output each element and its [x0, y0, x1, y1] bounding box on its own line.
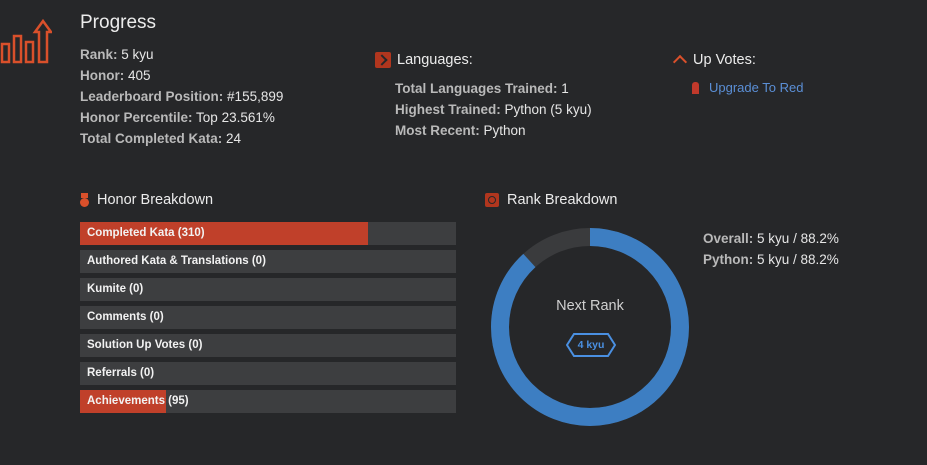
- stat-total-kata: Total Completed Kata: 24: [80, 131, 242, 146]
- chevron-up-icon: [672, 54, 688, 70]
- stat-python: Python: 5 kyu / 88.2%: [703, 252, 839, 267]
- bar-chart-arrow-icon: [0, 18, 52, 64]
- medal-icon: [80, 193, 89, 207]
- stat-leaderboard: Leaderboard Position: #155,899: [80, 89, 284, 104]
- honor-bar-label: Solution Up Votes (0): [87, 339, 203, 351]
- honor-bars: Completed Kata (310) Authored Kata & Tran…: [80, 222, 456, 418]
- rank-progress-donut: [491, 228, 689, 426]
- honor-bar: Kumite (0): [80, 278, 456, 301]
- honor-bar: Achievements (95): [80, 390, 456, 413]
- progress-title: Progress: [80, 12, 157, 33]
- ribbon-icon: [692, 81, 699, 94]
- honor-bar-label: Kumite (0): [87, 283, 144, 295]
- stat-honor-percentile: Honor Percentile: Top 23.561%: [80, 110, 275, 125]
- stat-most-recent: Most Recent: Python: [395, 123, 526, 138]
- honor-bar-label: Completed Kata (310): [87, 227, 205, 239]
- upvotes-heading: Up Votes:: [672, 52, 756, 70]
- honor-bar: Authored Kata & Translations (0): [80, 250, 456, 273]
- next-rank-label: Next Rank: [556, 298, 624, 314]
- donut-progress-arc: [491, 228, 689, 426]
- languages-stats: Total Languages Trained: 1 Highest Train…: [395, 78, 592, 141]
- stat-rank: Rank: 5 kyu: [80, 47, 154, 62]
- honor-bar: Comments (0): [80, 306, 456, 329]
- stat-total-languages: Total Languages Trained: 1: [395, 81, 569, 96]
- upgrade-to-red-link[interactable]: Upgrade To Red: [692, 80, 803, 95]
- terminal-icon: [375, 52, 391, 68]
- honor-bar-label: Comments (0): [87, 311, 164, 323]
- honor-bar: Referrals (0): [80, 362, 456, 385]
- honor-breakdown-heading: Honor Breakdown: [80, 192, 213, 208]
- honor-bar-label: Achievements (95): [87, 395, 189, 407]
- stat-overall: Overall: 5 kyu / 88.2%: [703, 231, 839, 246]
- rank-stats: Overall: 5 kyu / 88.2% Python: 5 kyu / 8…: [703, 228, 839, 270]
- next-rank-badge: 4 kyu: [577, 339, 605, 351]
- target-icon: [485, 193, 499, 207]
- honor-bar: Solution Up Votes (0): [80, 334, 456, 357]
- honor-bar: Completed Kata (310): [80, 222, 456, 245]
- honor-bar-label: Referrals (0): [87, 367, 155, 379]
- stat-highest-trained: Highest Trained: Python (5 kyu): [395, 102, 592, 117]
- progress-stats: Rank: 5 kyu Honor: 405 Leaderboard Posit…: [80, 44, 283, 149]
- stat-honor: Honor: 405: [80, 68, 151, 83]
- rank-breakdown-heading: Rank Breakdown: [485, 192, 617, 208]
- languages-heading: Languages:: [375, 52, 473, 68]
- honor-bar-label: Authored Kata & Translations (0): [87, 255, 266, 267]
